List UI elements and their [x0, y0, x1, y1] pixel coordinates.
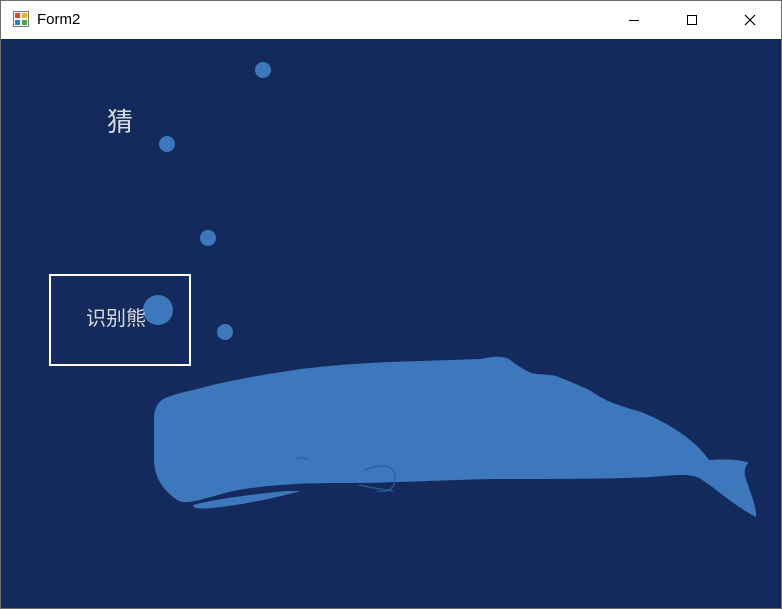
bubble: [159, 136, 175, 152]
app-icon[interactable]: [13, 11, 29, 27]
guess-label: 猜: [107, 108, 134, 138]
bubble: [217, 324, 233, 340]
title-bar[interactable]: Form2: [1, 1, 781, 39]
close-button[interactable]: [721, 1, 779, 39]
close-icon: [744, 14, 756, 26]
window-title: Form2: [37, 11, 81, 28]
maximize-icon: [687, 15, 697, 25]
maximize-button[interactable]: [663, 1, 721, 39]
minimize-button[interactable]: [605, 1, 663, 39]
bubble: [255, 62, 271, 78]
minimize-icon: [629, 20, 639, 21]
recognize-button[interactable]: [49, 274, 191, 366]
form-client-area: 猜 识别熊: [1, 39, 781, 608]
bubble: [200, 230, 216, 246]
whale-icon: [154, 356, 757, 517]
form2-window: Form2 猜 识别熊: [0, 0, 782, 609]
